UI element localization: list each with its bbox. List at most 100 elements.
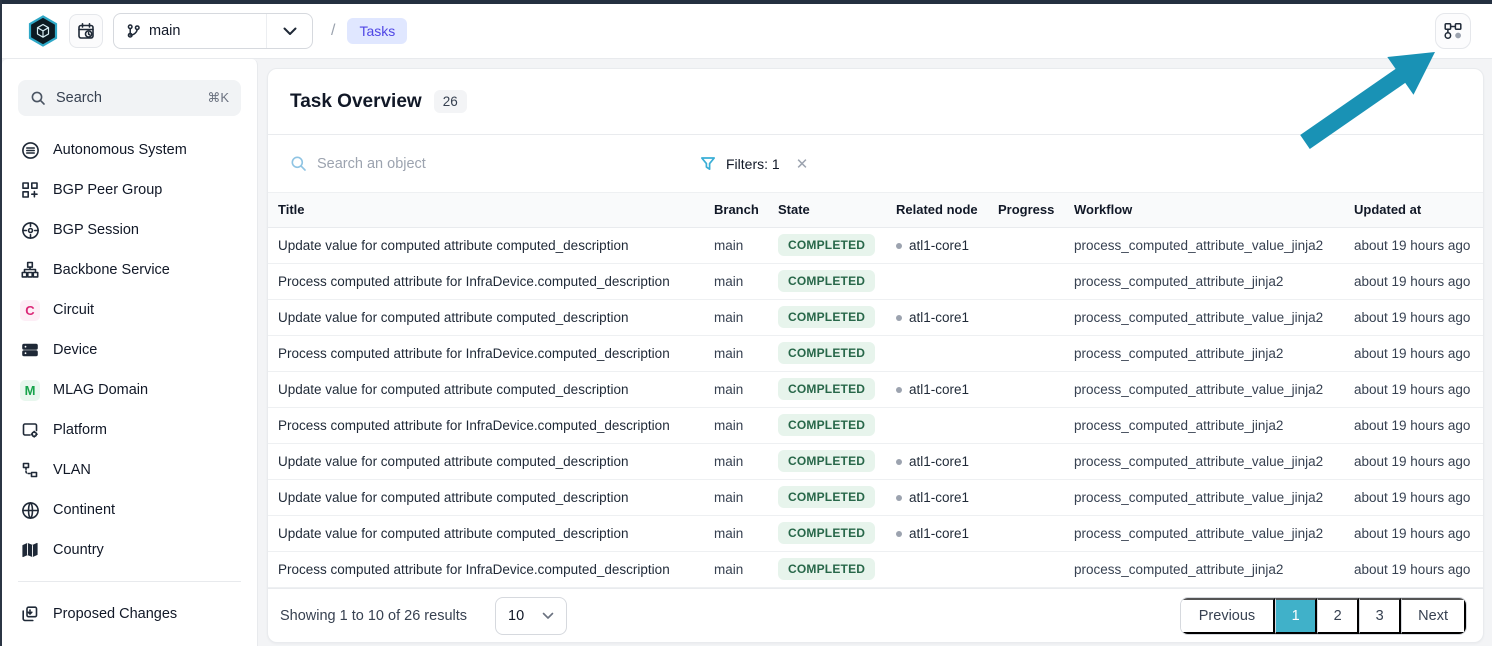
sidebar-item-continent[interactable]: Continent xyxy=(18,490,241,530)
cell-related-node xyxy=(888,407,990,443)
table-row[interactable]: Update value for computed attribute comp… xyxy=(268,515,1483,551)
status-badge: COMPLETED xyxy=(778,486,875,508)
status-badge: COMPLETED xyxy=(778,378,875,400)
previous-page-button[interactable]: Previous xyxy=(1181,598,1275,634)
col-branch: Branch xyxy=(706,193,770,227)
sidebar-item-country[interactable]: Country xyxy=(18,530,241,570)
results-summary: Showing 1 to 10 of 26 results xyxy=(280,608,467,624)
filter-row: Filters: 1 ✕ xyxy=(268,135,1483,193)
filters-count-label[interactable]: Filters: 1 xyxy=(726,156,780,172)
sidebar-search[interactable]: Search ⌘K xyxy=(18,80,241,116)
schema-visualizer-button[interactable] xyxy=(1435,13,1471,49)
git-branch-icon xyxy=(126,23,141,39)
cell-workflow: process_computed_attribute_value_jinja2 xyxy=(1066,515,1346,551)
sidebar-item-label: VLAN xyxy=(53,462,91,478)
cell-title: Update value for computed attribute comp… xyxy=(268,515,706,551)
table-row[interactable]: Process computed attribute for InfraDevi… xyxy=(268,407,1483,443)
cell-title: Process computed attribute for InfraDevi… xyxy=(268,551,706,587)
node-dot-icon xyxy=(896,315,902,321)
search-icon xyxy=(290,155,307,172)
cell-updated-at: about 19 hours ago xyxy=(1346,515,1483,551)
cell-title: Process computed attribute for InfraDevi… xyxy=(268,263,706,299)
table-row[interactable]: Process computed attribute for InfraDevi… xyxy=(268,551,1483,587)
page-button-1[interactable]: 1 xyxy=(1275,598,1317,634)
cell-related-node: atl1-core1 xyxy=(888,299,990,335)
sidebar-item-vlan[interactable]: VLAN xyxy=(18,450,241,490)
related-node-link[interactable]: atl1-core1 xyxy=(909,238,969,253)
sidebar-item-platform[interactable]: Platform xyxy=(18,410,241,450)
related-node-link[interactable]: atl1-core1 xyxy=(909,526,969,541)
table-row[interactable]: Update value for computed attribute comp… xyxy=(268,299,1483,335)
cell-branch: main xyxy=(706,515,770,551)
sidebar-item-device[interactable]: Device xyxy=(18,330,241,370)
status-badge: COMPLETED xyxy=(778,522,875,544)
pagination: Previous 1 2 3 Next xyxy=(1180,597,1467,635)
object-search-input[interactable] xyxy=(317,156,537,172)
branch-selector[interactable]: main xyxy=(113,13,313,49)
sidebar-item-mlag-domain[interactable]: M MLAG Domain xyxy=(18,370,241,410)
cell-progress xyxy=(990,551,1066,587)
sidebar-item-backbone-service[interactable]: Backbone Service xyxy=(18,250,241,290)
infrahub-logo-icon xyxy=(27,15,59,47)
cell-updated-at: about 19 hours ago xyxy=(1346,335,1483,371)
task-count-badge: 26 xyxy=(434,90,467,113)
related-node-link[interactable]: atl1-core1 xyxy=(909,490,969,505)
col-progress: Progress xyxy=(990,193,1066,227)
page-button-2[interactable]: 2 xyxy=(1317,598,1359,634)
col-related-node: Related node xyxy=(888,193,990,227)
cell-workflow: process_computed_attribute_jinja2 xyxy=(1066,335,1346,371)
table-row[interactable]: Process computed attribute for InfraDevi… xyxy=(268,335,1483,371)
cell-updated-at: about 19 hours ago xyxy=(1346,263,1483,299)
schema-icon xyxy=(1443,21,1463,41)
status-badge: COMPLETED xyxy=(778,342,875,364)
related-node-link[interactable]: atl1-core1 xyxy=(909,382,969,397)
cell-progress xyxy=(990,515,1066,551)
branch-selector-chevron[interactable] xyxy=(266,14,312,48)
time-travel-button[interactable] xyxy=(69,14,103,48)
table-row[interactable]: Update value for computed attribute comp… xyxy=(268,479,1483,515)
filter-funnel-icon[interactable] xyxy=(700,156,716,172)
table-row[interactable]: Update value for computed attribute comp… xyxy=(268,443,1483,479)
table-row[interactable]: Update value for computed attribute comp… xyxy=(268,371,1483,407)
task-table-body: Update value for computed attribute comp… xyxy=(268,227,1483,587)
page-button-3[interactable]: 3 xyxy=(1359,598,1401,634)
cell-title: Update value for computed attribute comp… xyxy=(268,371,706,407)
sidebar-search-label: Search xyxy=(56,90,102,106)
breadcrumb-tasks[interactable]: Tasks xyxy=(347,18,407,44)
table-row[interactable]: Update value for computed attribute comp… xyxy=(268,227,1483,263)
cell-branch: main xyxy=(706,227,770,263)
related-node-link[interactable]: atl1-core1 xyxy=(909,310,969,325)
sidebar-item-bgp-session[interactable]: BGP Session xyxy=(18,210,241,250)
related-node-link[interactable]: atl1-core1 xyxy=(909,454,969,469)
sidebar-footer-nav: Proposed Changes Object Management xyxy=(18,594,241,646)
cell-updated-at: about 19 hours ago xyxy=(1346,443,1483,479)
sidebar-item-label: Device xyxy=(53,342,97,358)
search-icon xyxy=(30,90,46,106)
cell-title: Update value for computed attribute comp… xyxy=(268,299,706,335)
sidebar-item-label: BGP Session xyxy=(53,222,139,238)
next-page-button[interactable]: Next xyxy=(1401,598,1466,634)
table-row[interactable]: Process computed attribute for InfraDevi… xyxy=(268,263,1483,299)
sidebar-search-shortcut: ⌘K xyxy=(207,90,229,106)
sidebar-item-label: Platform xyxy=(53,422,107,438)
object-search[interactable] xyxy=(290,155,590,172)
cell-state: COMPLETED xyxy=(770,227,888,263)
branch-selector-value[interactable]: main xyxy=(114,23,266,39)
sidebar-item-proposed-changes[interactable]: Proposed Changes xyxy=(18,594,241,634)
sidebar-item-object-management[interactable]: Object Management xyxy=(18,634,241,646)
cell-workflow: process_computed_attribute_jinja2 xyxy=(1066,263,1346,299)
sidebar-item-label: Autonomous System xyxy=(53,142,187,158)
clear-filters-icon[interactable]: ✕ xyxy=(796,155,809,173)
vlan-icon xyxy=(20,460,40,480)
cell-updated-at: about 19 hours ago xyxy=(1346,407,1483,443)
page-size-select[interactable]: 10 xyxy=(495,597,567,635)
sidebar-item-autonomous-system[interactable]: Autonomous System xyxy=(18,130,241,170)
branch-name: main xyxy=(149,23,180,39)
sidebar-item-circuit[interactable]: C Circuit xyxy=(18,290,241,330)
device-icon xyxy=(20,340,40,360)
status-badge: COMPLETED xyxy=(778,270,875,292)
sidebar-item-bgp-peer-group[interactable]: BGP Peer Group xyxy=(18,170,241,210)
card-header: Task Overview 26 xyxy=(268,69,1483,135)
cell-state: COMPLETED xyxy=(770,443,888,479)
cell-branch: main xyxy=(706,335,770,371)
